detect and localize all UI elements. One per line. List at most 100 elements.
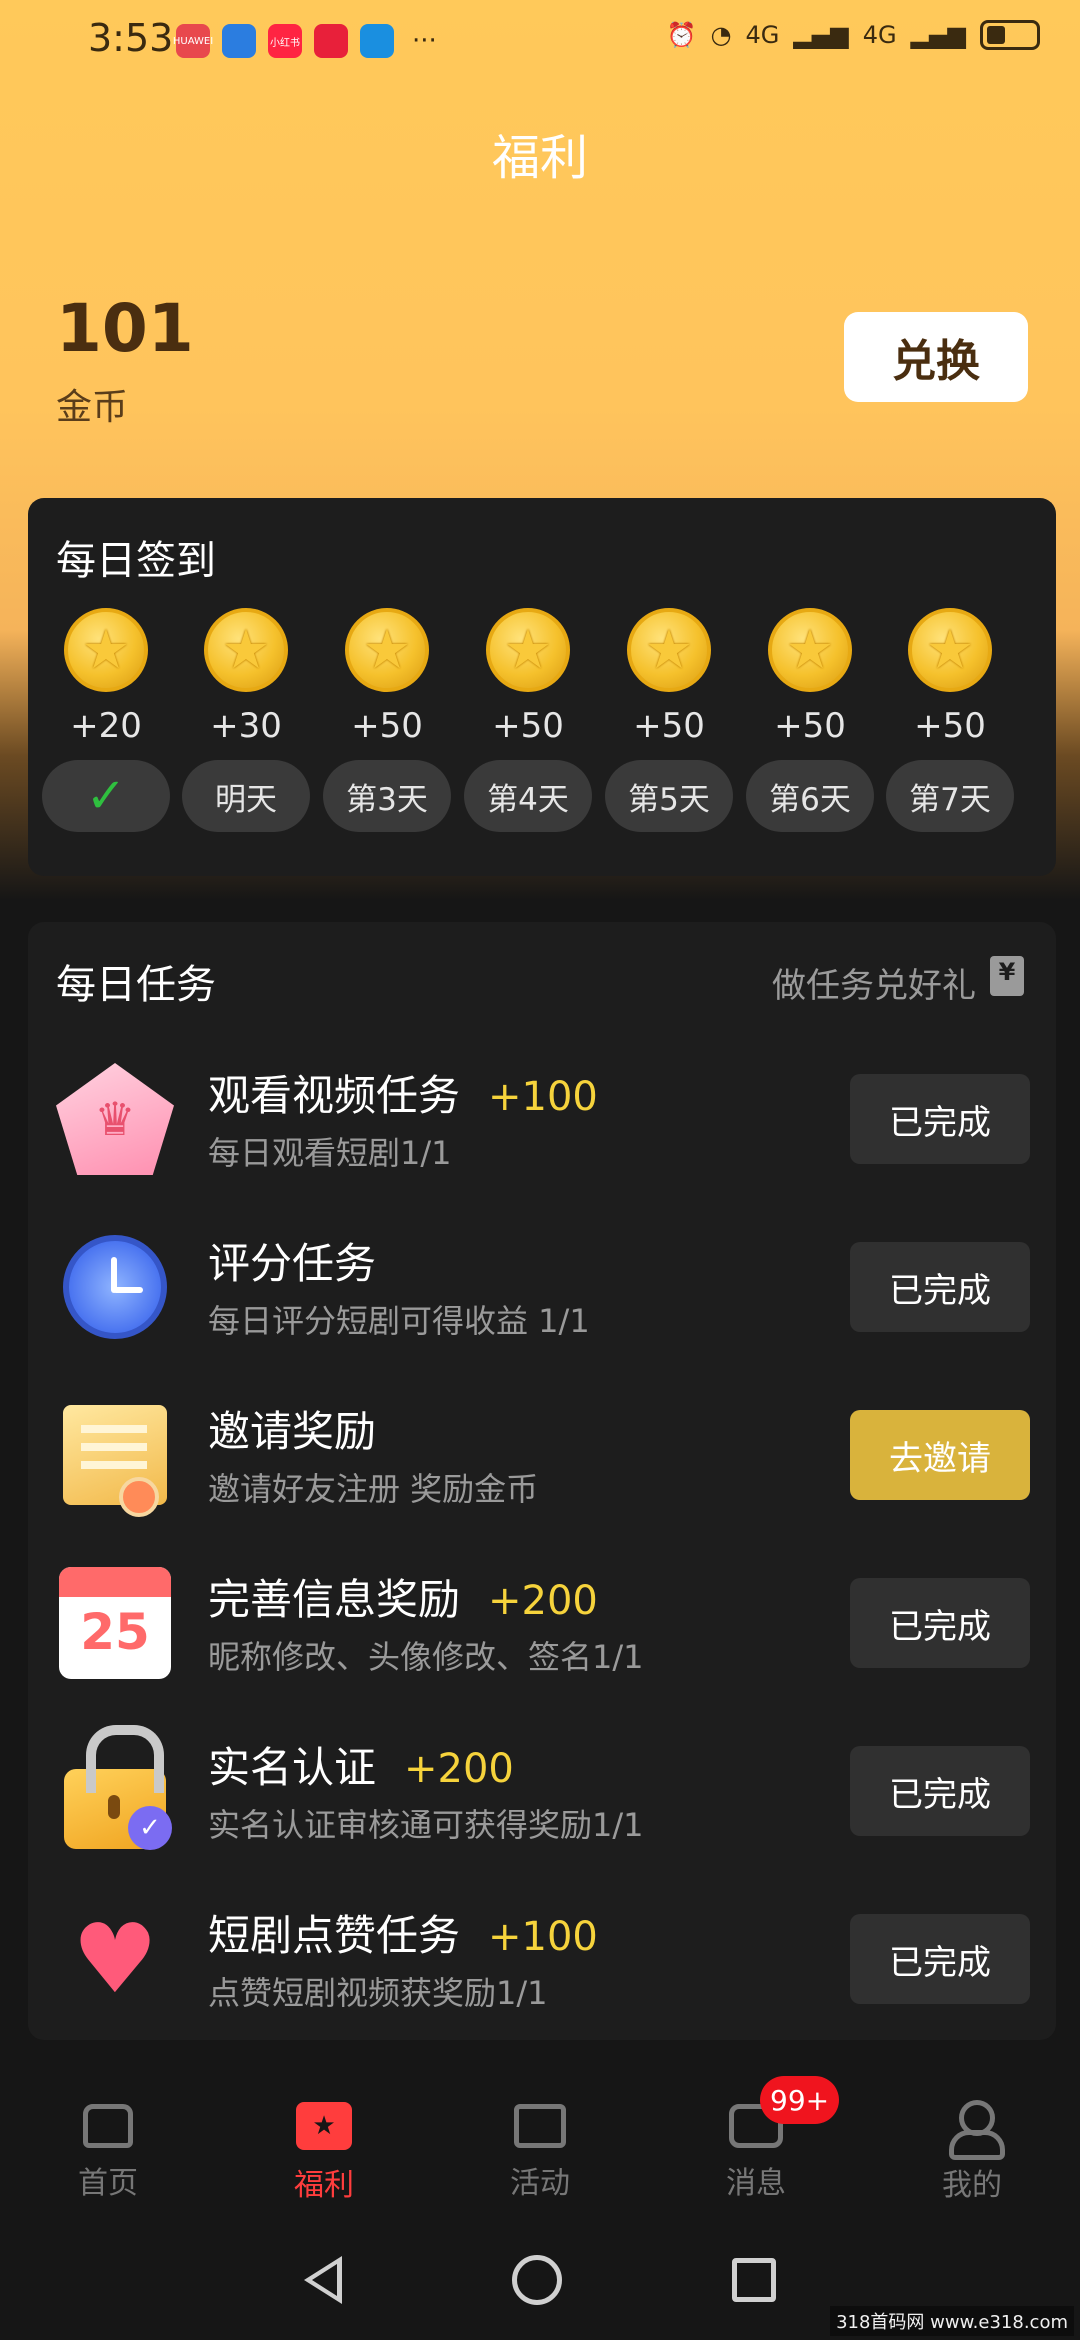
alarm-clock-icon	[52, 1224, 178, 1350]
day-reward: +50	[492, 706, 564, 746]
signin-day[interactable]: +50 第3天	[317, 608, 457, 832]
coin-label: 金币	[56, 387, 129, 428]
task-row: 邀请奖励 邀请好友注册 奖励金币 去邀请	[28, 1380, 1056, 1548]
user-icon	[947, 2100, 1005, 2160]
task-description: 每日观看短剧1/1	[208, 1134, 452, 1172]
nav-item-activity[interactable]: 活动	[432, 2070, 648, 2220]
daily-signin-card: 每日签到 +20 ✓ +30 明天 +50 第3天 +50 第4天 +50 第5…	[28, 498, 1056, 876]
heart-hand-icon: ♥	[71, 1903, 159, 2015]
task-row: ♛ 观看视频任务 +100 每日观看短剧1/1 已完成	[28, 1044, 1056, 1212]
tasks-redeem-link[interactable]: 做任务兑好礼	[772, 958, 976, 1007]
coin-icon	[64, 608, 148, 692]
daily-tasks-card: 每日任务 做任务兑好礼 ♛ 观看视频任务+100 每日观看短剧1/1 已完成 评…	[28, 922, 1056, 2040]
task-row: ♥ 短剧点赞任务 +100 点赞短剧视频获奖励1/1 已完成	[28, 1884, 1056, 2052]
day-status-pill: ✓	[42, 760, 170, 832]
task-bonus: +100	[488, 1914, 598, 1960]
invite-button[interactable]: 去邀请	[850, 1410, 1030, 1500]
heart-app-icon	[314, 24, 348, 58]
task-name: 实名认证 +200	[208, 1743, 514, 1792]
day-reward: +50	[351, 706, 423, 746]
status-time: 3:53	[88, 16, 174, 60]
home-icon	[83, 2104, 133, 2148]
more-notifications-icon: ···	[412, 26, 437, 56]
coin-icon	[908, 608, 992, 692]
signin-day[interactable]: +50 第6天	[740, 608, 880, 832]
task-description: 每日评分短剧可得收益 1/1	[208, 1302, 590, 1340]
task-name: 完善信息奖励 +200	[208, 1575, 598, 1624]
battery-icon	[980, 20, 1040, 50]
watermark: 318首码网 www.e318.com	[830, 2306, 1074, 2336]
task-row: ✓ 实名认证 +200 实名认证审核通可获得奖励1/1 已完成	[28, 1716, 1056, 1884]
task-completed-button[interactable]: 已完成	[850, 1242, 1030, 1332]
recent-apps-icon[interactable]	[732, 2258, 776, 2302]
signin-day[interactable]: +50 第7天	[880, 608, 1020, 832]
task-completed-button[interactable]: 已完成	[850, 1914, 1030, 2004]
day-label-pill: 第7天	[886, 760, 1014, 832]
calendar-icon: 25	[52, 1560, 178, 1686]
day-label-pill: 明天	[182, 760, 310, 832]
gift-icon	[514, 2104, 566, 2148]
nav-item-messages[interactable]: 99+ 消息	[648, 2070, 864, 2220]
certificate-icon	[52, 1392, 178, 1518]
signal-icon: ▂▄▆	[793, 21, 849, 49]
tasks-title: 每日任务	[56, 962, 216, 1008]
day-label-pill: 第4天	[464, 760, 592, 832]
coin-icon	[768, 608, 852, 692]
day-reward: +20	[70, 706, 142, 746]
signin-day[interactable]: +50 第5天	[599, 608, 739, 832]
task-name: 评分任务	[208, 1239, 377, 1288]
nav-label: 我的	[942, 2168, 1002, 2203]
coin-icon	[345, 608, 429, 692]
task-completed-button[interactable]: 已完成	[850, 1746, 1030, 1836]
signin-title: 每日签到	[56, 538, 216, 584]
redeem-gift-icon[interactable]	[990, 956, 1024, 996]
unread-badge: 99+	[760, 2076, 840, 2124]
task-completed-button[interactable]: 已完成	[850, 1578, 1030, 1668]
crown-icon: ♛	[52, 1056, 178, 1182]
verified-icon: ✓	[128, 1806, 172, 1850]
nav-label: 首页	[78, 2166, 138, 2201]
task-description: 昵称修改、头像修改、签名1/1	[208, 1638, 644, 1676]
task-name: 邀请奖励	[208, 1407, 377, 1456]
nav-label: 消息	[726, 2166, 786, 2201]
wave-app-icon	[360, 24, 394, 58]
signal-label-2: 4G	[862, 21, 897, 49]
coin-icon	[627, 608, 711, 692]
signal-label-1: 4G	[745, 21, 780, 49]
browser-app-icon	[222, 24, 256, 58]
coin-icon	[204, 608, 288, 692]
task-completed-button[interactable]: 已完成	[850, 1074, 1030, 1164]
signin-day[interactable]: +50 第4天	[458, 608, 598, 832]
nav-item-home[interactable]: 首页	[0, 2070, 216, 2220]
task-name: 观看视频任务 +100	[208, 1071, 598, 1120]
day-reward: +50	[774, 706, 846, 746]
day-label-pill: 第5天	[605, 760, 733, 832]
alarm-icon: ⏰	[666, 21, 697, 49]
coin-balance: 101	[56, 290, 194, 367]
task-description: 邀请好友注册 奖励金币	[208, 1470, 539, 1508]
signin-day[interactable]: +20 ✓	[36, 608, 176, 832]
checkmark-icon: ✓	[85, 768, 127, 824]
home-circle-icon[interactable]	[512, 2255, 562, 2305]
task-description: 点赞短剧视频获奖励1/1	[208, 1974, 548, 2012]
ticket-icon: ★	[296, 2102, 352, 2150]
day-label-pill: 第6天	[746, 760, 874, 832]
day-label-pill: 第3天	[323, 760, 451, 832]
status-app-icons: HUAWEI 小红书 ···	[173, 24, 437, 58]
task-bonus: +200	[488, 1578, 598, 1624]
task-bonus: +200	[404, 1746, 514, 1792]
huawei-app-icon: HUAWEI	[173, 24, 213, 58]
coin-icon	[486, 608, 570, 692]
day-reward: +30	[210, 706, 282, 746]
task-row: 25 完善信息奖励 +200 昵称修改、头像修改、签名1/1 已完成	[28, 1548, 1056, 1716]
back-icon[interactable]	[304, 2256, 342, 2304]
lock-icon: ✓	[52, 1725, 178, 1854]
exchange-button[interactable]: 兑换	[844, 312, 1028, 402]
signin-day[interactable]: +30 明天	[176, 608, 316, 832]
bottom-navigation: 首页 ★ 福利 活动 99+ 消息 我的	[0, 2070, 1080, 2220]
wifi-icon: ◔	[710, 21, 732, 49]
status-indicators: ⏰ ◔ 4G ▂▄▆ 4G ▂▄▆	[667, 20, 1040, 50]
nav-item-welfare[interactable]: ★ 福利	[216, 2070, 432, 2220]
nav-item-profile[interactable]: 我的	[864, 2070, 1080, 2220]
page-title: 福利	[491, 130, 588, 186]
